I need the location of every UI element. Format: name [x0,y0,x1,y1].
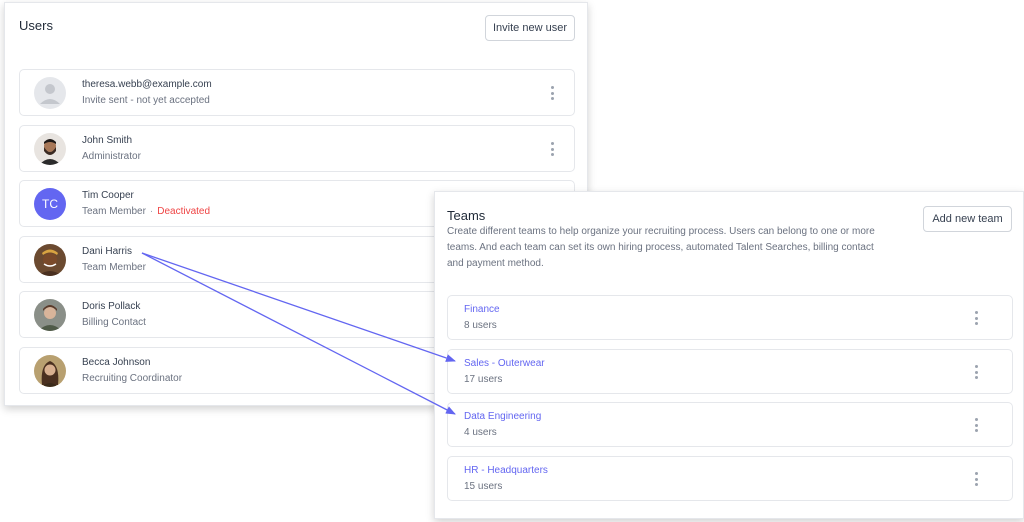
more-options-icon[interactable] [547,142,557,156]
invite-new-user-button[interactable]: Invite new user [485,15,575,41]
user-name: Dani Harris [82,246,133,257]
users-title: Users [19,18,53,33]
user-name: Doris Pollack [82,301,141,312]
user-role: Invite sent - not yet accepted [82,95,210,106]
status-badge: Deactivated [157,206,211,217]
team-user-count: 4 users [464,427,497,438]
team-name[interactable]: Data Engineering [464,411,541,422]
team-user-count: 8 users [464,320,497,331]
user-name: Tim Cooper [82,190,134,201]
add-new-team-button[interactable]: Add new team [923,206,1012,232]
avatar [34,244,66,276]
team-row[interactable]: HR - Headquarters 15 users [447,456,1013,501]
user-role: Recruiting Coordinator [82,373,183,384]
team-name[interactable]: Finance [464,304,500,315]
more-options-icon[interactable] [971,472,981,486]
more-options-icon[interactable] [971,418,981,432]
avatar [34,299,66,331]
user-role: Billing Contact [82,317,146,328]
team-row[interactable]: Data Engineering 4 users [447,402,1013,447]
team-user-count: 17 users [464,374,503,385]
teams-panel: Teams Create different teams to help org… [434,191,1024,519]
team-user-count: 15 users [464,481,503,492]
more-options-icon[interactable] [547,86,557,100]
team-row[interactable]: Sales - Outerwear 17 users [447,349,1013,394]
more-options-icon[interactable] [971,365,981,379]
user-row[interactable]: theresa.webb@example.com Invite sent - n… [19,69,575,116]
status-separator: · [149,206,154,217]
avatar-placeholder-icon [34,77,66,109]
user-name: theresa.webb@example.com [82,79,212,90]
team-name[interactable]: Sales - Outerwear [464,358,545,369]
user-name: Becca Johnson [82,357,151,368]
user-role-text: Team Member [82,206,146,217]
more-options-icon[interactable] [971,311,981,325]
avatar [34,355,66,387]
user-row[interactable]: John Smith Administrator [19,125,575,172]
teams-description: Create different teams to help organize … [447,226,875,269]
avatar-initials: TC [34,188,66,220]
user-role: Team Member [82,262,146,273]
team-name[interactable]: HR - Headquarters [464,465,548,476]
team-row[interactable]: Finance 8 users [447,295,1013,340]
teams-title: Teams [447,208,486,223]
user-role: Administrator [82,151,141,162]
avatar [34,133,66,165]
user-role: Team Member · Deactivated [82,206,210,217]
user-name: John Smith [82,135,133,146]
